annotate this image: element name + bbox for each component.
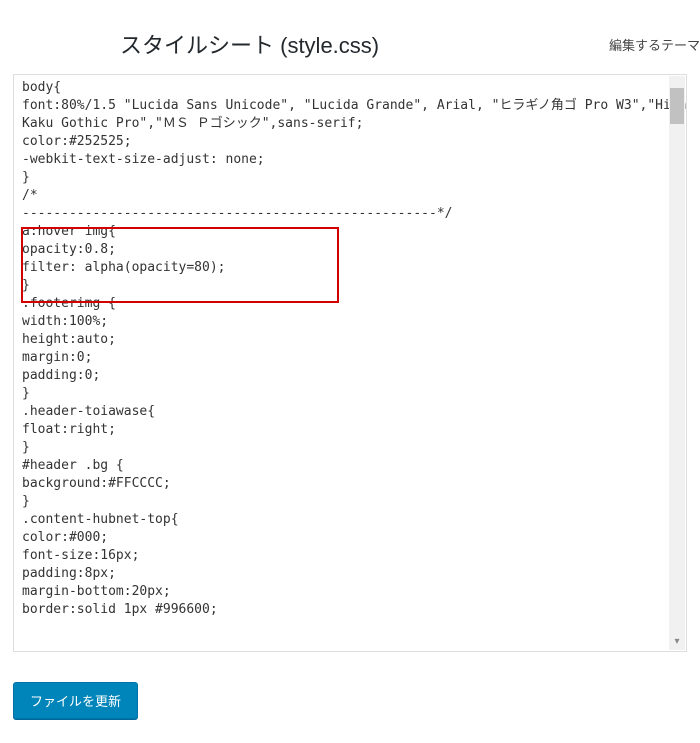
code-line[interactable]: } bbox=[22, 385, 678, 403]
code-line[interactable]: /* bbox=[22, 187, 678, 205]
code-line[interactable]: font-size:16px; bbox=[22, 547, 678, 565]
code-line[interactable]: .footerimg { bbox=[22, 295, 678, 313]
code-line[interactable]: filter: alpha(opacity=80); bbox=[22, 259, 678, 277]
code-line[interactable]: } bbox=[22, 169, 678, 187]
code-line[interactable]: .content-hubnet-top{ bbox=[22, 511, 678, 529]
code-line[interactable]: .header-toiawase{ bbox=[22, 403, 678, 421]
code-line[interactable]: } bbox=[22, 277, 678, 295]
code-line[interactable]: color:#000; bbox=[22, 529, 678, 547]
code-editor-container: body{font:80%/1.5 "Lucida Sans Unicode",… bbox=[13, 74, 687, 652]
code-line[interactable]: ----------------------------------------… bbox=[22, 205, 678, 223]
code-line[interactable]: color:#252525; bbox=[22, 133, 678, 151]
code-line[interactable]: opacity:0.8; bbox=[22, 241, 678, 259]
code-line[interactable]: border:solid 1px #996600; bbox=[22, 601, 678, 619]
code-line[interactable]: float:right; bbox=[22, 421, 678, 439]
scrollbar-down-icon[interactable]: ▾ bbox=[670, 636, 684, 648]
code-line[interactable]: font:80%/1.5 "Lucida Sans Unicode", "Luc… bbox=[22, 97, 678, 115]
code-line[interactable]: #header .bg { bbox=[22, 457, 678, 475]
code-line[interactable]: height:auto; bbox=[22, 331, 678, 349]
code-editor[interactable]: body{font:80%/1.5 "Lucida Sans Unicode",… bbox=[14, 75, 686, 651]
code-line[interactable]: padding:8px; bbox=[22, 565, 678, 583]
scrollbar-thumb[interactable] bbox=[670, 88, 684, 124]
code-line[interactable]: margin-bottom:20px; bbox=[22, 583, 678, 601]
code-line[interactable]: body{ bbox=[22, 79, 678, 97]
code-line[interactable]: } bbox=[22, 439, 678, 457]
code-line[interactable]: width:100%; bbox=[22, 313, 678, 331]
code-line[interactable]: -webkit-text-size-adjust: none; bbox=[22, 151, 678, 169]
code-line[interactable]: margin:0; bbox=[22, 349, 678, 367]
code-line[interactable]: background:#FFCCCC; bbox=[22, 475, 678, 493]
scrollbar-track[interactable]: ▾ bbox=[669, 76, 685, 650]
code-line[interactable]: } bbox=[22, 493, 678, 511]
code-line[interactable]: a:hover img{ bbox=[22, 223, 678, 241]
code-line[interactable]: padding:0; bbox=[22, 367, 678, 385]
page-title: スタイルシート (style.css) bbox=[120, 28, 379, 60]
code-line[interactable]: Kaku Gothic Pro","ＭＳ Ｐゴシック",sans-serif; bbox=[22, 115, 678, 133]
update-file-button[interactable]: ファイルを更新 bbox=[13, 682, 138, 719]
theme-selector-label: 編集するテーマ bbox=[609, 35, 700, 54]
